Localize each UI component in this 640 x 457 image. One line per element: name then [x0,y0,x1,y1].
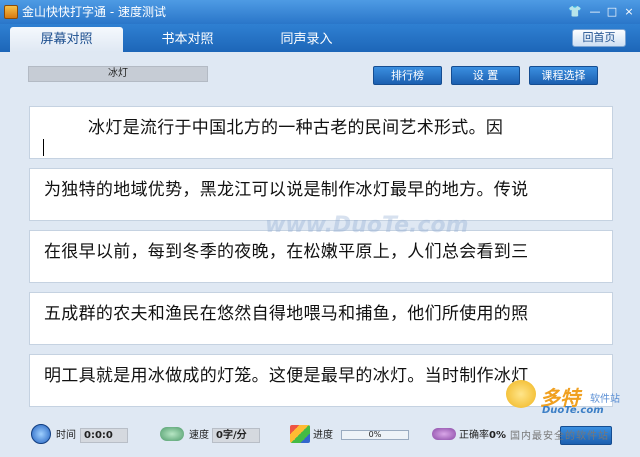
speed-label: 速度 [189,430,209,441]
tab-screen-compare[interactable]: 屏幕对照 [10,27,123,52]
corner-watermark-footer: 国内最安全的软件站 [510,431,609,442]
mouse-icon [160,427,184,441]
course-select-button[interactable]: 课程选择 [529,66,598,85]
watermark: www.DuoTe.com [265,213,469,238]
reference-text: 冰灯是流行于中国北方的一种古老的民间艺术形式。因 [88,118,504,138]
speed-value: 0字/分 [212,428,260,443]
text-line-box[interactable]: 冰灯是流行于中国北方的一种古老的民间艺术形式。因 [29,106,613,159]
corner-watermark-site: DuoTe.com [542,405,604,416]
reference-text: 在很早以前，每到冬季的夜晚，在松嫩平原上，人们总会看到三 [44,242,529,262]
time-label: 时间 [56,430,76,441]
accuracy-label: 正确率 [459,430,489,441]
tab-bar: 屏幕对照 书本对照 同声录入 回首页 [0,24,640,52]
blocks-icon [290,425,310,443]
ranking-button[interactable]: 排行榜 [373,66,442,85]
lesson-name: 冰灯 [28,66,208,82]
text-caret [43,139,44,156]
close-button[interactable]: × [621,4,637,20]
maximize-button[interactable]: □ [604,4,620,20]
corner-watermark-small: 软件站 [590,394,620,405]
text-line-box[interactable]: 五成群的农夫和渔民在悠然自得地喂马和捕鱼，他们所使用的照 [29,292,613,345]
title-bar: 金山快快打字通 - 速度测试 👕 — □ × [0,0,640,24]
mascot-icon [506,380,536,408]
clock-icon [31,424,51,444]
target-icon [432,428,456,440]
tab-book-compare[interactable]: 书本对照 [131,27,244,52]
reference-text: 为独特的地域优势，黑龙江可以说是制作冰灯最早的地方。传说 [44,180,529,200]
tab-dictation[interactable]: 同声录入 [250,27,363,52]
app-icon [4,5,18,19]
progress-bar: 0% [341,430,409,440]
settings-button[interactable]: 设 置 [451,66,520,85]
minimize-button[interactable]: — [587,4,603,20]
progress-label: 进度 [313,430,333,441]
window-title: 金山快快打字通 - 速度测试 [22,5,166,19]
reference-text: 五成群的农夫和渔民在悠然自得地喂马和捕鱼，他们所使用的照 [44,304,529,324]
corner-watermark: 多特 软件站 DuoTe.com 国内最安全的软件站 [500,380,640,457]
progress-value: 0% [368,430,382,439]
skin-icon[interactable]: 👕 [567,4,583,20]
time-value: 0:0:0 [80,428,128,443]
home-button[interactable]: 回首页 [572,29,626,47]
reference-text: 明工具就是用冰做成的灯笼。这便是最早的冰灯。当时制作冰灯 [44,366,529,386]
